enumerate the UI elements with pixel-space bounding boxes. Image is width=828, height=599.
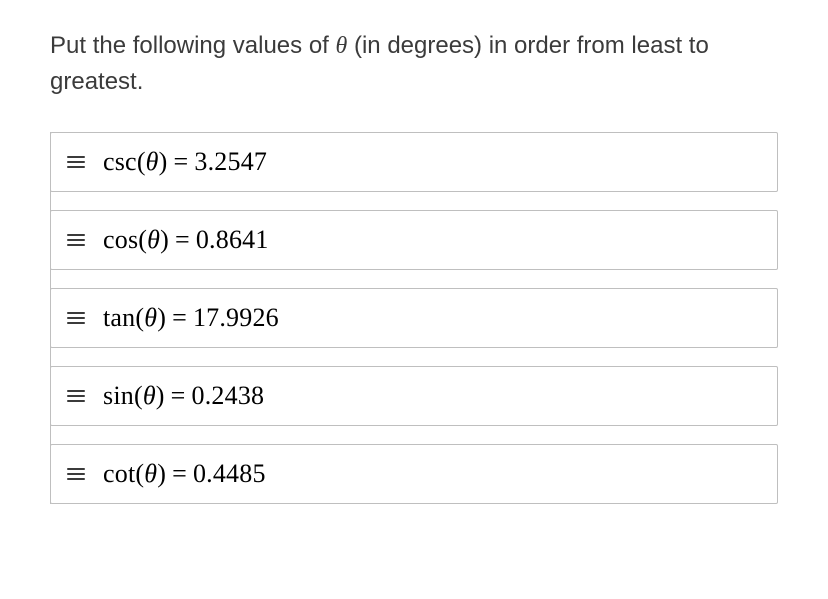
paren-close: ) [157, 459, 166, 488]
expr-fn: sin [103, 381, 134, 410]
question-prompt: Put the following values of θ (in degree… [50, 28, 778, 100]
drag-handle-icon[interactable] [67, 312, 85, 324]
paren-open: ( [135, 459, 144, 488]
expr-val: 3.2547 [194, 147, 267, 176]
prompt-theta: θ [336, 33, 348, 59]
expr-var: θ [144, 459, 157, 488]
list-item[interactable]: sin(θ)=0.2438 [50, 366, 778, 426]
expr-fn: tan [103, 303, 135, 332]
expression: tan(θ)=17.9926 [103, 303, 279, 333]
paren-close: ) [157, 303, 166, 332]
list-item[interactable]: tan(θ)=17.9926 [50, 288, 778, 348]
expr-val: 0.2438 [192, 381, 265, 410]
expr-val: 17.9926 [193, 303, 279, 332]
expression: cos(θ)=0.8641 [103, 225, 269, 255]
expr-var: θ [144, 303, 157, 332]
paren-open: ( [137, 147, 146, 176]
drag-handle-icon[interactable] [67, 468, 85, 480]
expression: cot(θ)=0.4485 [103, 459, 266, 489]
expr-eq: = [168, 147, 195, 176]
drag-handle-icon[interactable] [67, 390, 85, 402]
expr-eq: = [166, 303, 193, 332]
list-item[interactable]: cos(θ)=0.8641 [50, 210, 778, 270]
drag-handle-icon[interactable] [67, 234, 85, 246]
expr-fn: cos [103, 225, 138, 254]
paren-close: ) [159, 147, 168, 176]
expr-fn: cot [103, 459, 135, 488]
expr-fn: csc [103, 147, 137, 176]
prompt-before-theta: Put the following values of [50, 32, 336, 59]
expr-eq: = [166, 459, 193, 488]
paren-open: ( [134, 381, 143, 410]
paren-close: ) [160, 225, 169, 254]
page: Put the following values of θ (in degree… [0, 0, 828, 534]
list-item[interactable]: cot(θ)=0.4485 [50, 444, 778, 504]
paren-open: ( [135, 303, 144, 332]
expr-val: 0.8641 [196, 225, 269, 254]
paren-open: ( [138, 225, 147, 254]
expr-var: θ [147, 225, 160, 254]
expression: sin(θ)=0.2438 [103, 381, 264, 411]
expr-val: 0.4485 [193, 459, 266, 488]
paren-close: ) [156, 381, 165, 410]
expr-var: θ [143, 381, 156, 410]
drag-handle-icon[interactable] [67, 156, 85, 168]
expression: csc(θ)=3.2547 [103, 147, 267, 177]
expr-var: θ [146, 147, 159, 176]
expr-eq: = [165, 381, 192, 410]
list-item[interactable]: csc(θ)=3.2547 [50, 132, 778, 192]
sortable-list[interactable]: csc(θ)=3.2547 cos(θ)=0.8641 tan(θ)=17.99… [50, 132, 778, 504]
expr-eq: = [169, 225, 196, 254]
